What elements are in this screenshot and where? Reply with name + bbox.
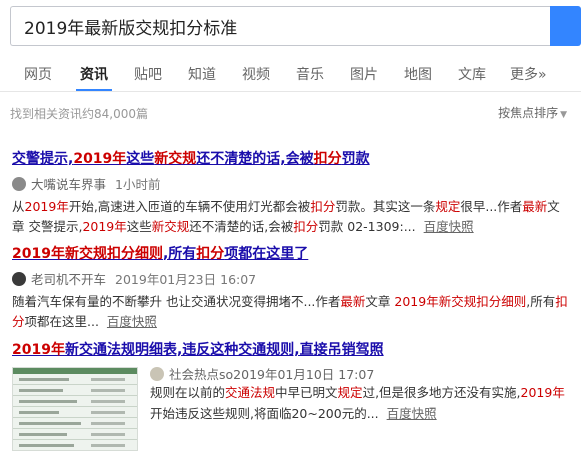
result-meta: 社会热点so 2019年01月10日 17:07 bbox=[150, 364, 374, 383]
abstract-text: 从2019年开始,高速进入匝道的车辆不使用灯光都会被扣分罚款。其实这一条规定很早… bbox=[12, 199, 560, 234]
caret-down-icon: ▼ bbox=[560, 110, 567, 120]
result-abstract: 随着汽车保有量的不断攀升 也让交通状况变得拥堵不...作者最新文章 2019年新… bbox=[12, 292, 572, 332]
result-abstract: 规则在以前的交通法规中早已明文规定过,但是很多地方还没有实施,2019年开始违反… bbox=[150, 382, 575, 424]
search-input[interactable] bbox=[11, 7, 550, 45]
sort-label: 按焦点排序 bbox=[498, 106, 559, 120]
tab-tieba[interactable]: 贴吧 bbox=[134, 64, 162, 84]
search-box bbox=[10, 6, 550, 46]
abstract-text: 随着汽车保有量的不断攀升 也让交通状况变得拥堵不...作者最新文章 2019年新… bbox=[12, 294, 568, 329]
tab-news[interactable]: 资讯 bbox=[80, 64, 108, 84]
abstract-text: 规则在以前的交通法规中早已明文规定过,但是很多地方还没有实施,2019年开始违反… bbox=[150, 385, 565, 421]
source-avatar-icon bbox=[150, 366, 164, 381]
search-button[interactable] bbox=[550, 6, 581, 46]
search-bar bbox=[0, 0, 581, 52]
tab-images[interactable]: 图片 bbox=[350, 64, 378, 84]
result-meta: 老司机不开车 2019年01月23日 16:07 bbox=[12, 269, 572, 288]
result-time: 2019年01月10日 17:07 bbox=[233, 367, 375, 382]
result-abstract: 从2019年开始,高速进入匝道的车辆不使用灯光都会被扣分罚款。其实这一条规定很早… bbox=[12, 197, 572, 237]
result-time: 1小时前 bbox=[115, 177, 161, 192]
tab-map[interactable]: 地图 bbox=[404, 64, 432, 84]
result-title[interactable]: 交警提示,2019年这些新交规还不清楚的话,会被扣分罚款 bbox=[12, 148, 572, 168]
snapshot-link[interactable]: 百度快照 bbox=[424, 219, 474, 234]
tab-web[interactable]: 网页 bbox=[24, 64, 52, 84]
result-count: 找到相关资讯约84,000篇 bbox=[10, 107, 148, 121]
sort-dropdown[interactable]: 按焦点排序 ▼ bbox=[498, 104, 567, 121]
active-tab-indicator bbox=[76, 89, 112, 91]
source-avatar-icon bbox=[12, 176, 26, 191]
result-meta: 大嘴说车界事 1小时前 bbox=[12, 174, 572, 193]
news-result-2: 2019年新交规扣分细则,所有扣分项都在这里了 老司机不开车 2019年01月2… bbox=[12, 243, 572, 332]
result-source[interactable]: 大嘴说车界事 bbox=[31, 174, 106, 193]
tab-zhidao[interactable]: 知道 bbox=[188, 64, 216, 84]
result-source[interactable]: 老司机不开车 bbox=[31, 269, 106, 288]
result-source[interactable]: 社会热点so bbox=[169, 364, 233, 383]
result-time: 2019年01月23日 16:07 bbox=[115, 272, 257, 287]
tab-video[interactable]: 视频 bbox=[242, 64, 270, 84]
news-result-1: 交警提示,2019年这些新交规还不清楚的话,会被扣分罚款 大嘴说车界事 1小时前… bbox=[12, 148, 572, 237]
result-title[interactable]: 2019年新交规扣分细则,所有扣分项都在这里了 bbox=[12, 243, 572, 263]
result-title[interactable]: 2019年新交通法规明细表,违反这种交通规则,直接吊销驾照 bbox=[12, 339, 572, 359]
tab-music[interactable]: 音乐 bbox=[296, 64, 324, 84]
result-thumbnail[interactable] bbox=[12, 367, 138, 451]
snapshot-link[interactable]: 百度快照 bbox=[107, 314, 157, 329]
snapshot-link[interactable]: 百度快照 bbox=[387, 406, 437, 421]
tab-bar: 网页 资讯 贴吧 知道 视频 音乐 图片 地图 文库 更多» bbox=[0, 56, 581, 92]
news-result-3: 2019年新交通法规明细表,违反这种交通规则,直接吊销驾照 bbox=[12, 339, 572, 359]
tab-more[interactable]: 更多» bbox=[510, 64, 547, 84]
tab-wenku[interactable]: 文库 bbox=[458, 64, 486, 84]
source-avatar-icon bbox=[12, 271, 26, 286]
